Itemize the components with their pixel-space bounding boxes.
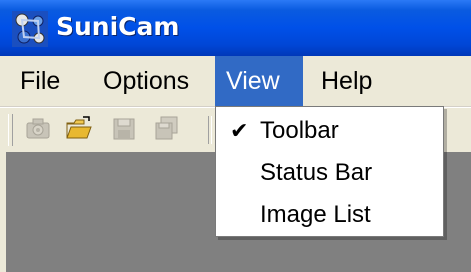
toolbar-grip[interactable] [8,114,13,146]
view-menu-item-status-bar[interactable]: Status Bar [216,153,443,193]
save-all-icon[interactable] [152,114,180,144]
camera-icon[interactable] [24,114,52,144]
open-folder-icon[interactable] [65,114,93,144]
menu-view[interactable]: View [215,56,303,106]
view-menu-item-toolbar[interactable]: ✔ Toolbar [216,111,443,151]
view-menu-dropdown: ✔ Toolbar Status Bar Image List [215,106,444,237]
menu-file[interactable]: File [9,56,71,106]
view-menu-item-image-list[interactable]: Image List [216,195,443,235]
sunicam-window: SuniCam File Options View Help ✔ Toolbar… [0,0,471,272]
view-menu-item-label: Status Bar [260,159,373,186]
sunicam-app-icon[interactable] [12,11,48,47]
menu-options[interactable]: Options [92,56,200,106]
toolbar-separator [208,116,212,144]
view-menu-item-label: Toolbar [260,117,339,144]
view-menu-item-label: Image List [260,201,371,228]
window-title: SuniCam [56,12,180,41]
title-bar[interactable]: SuniCam [0,0,471,56]
menu-help[interactable]: Help [310,56,383,106]
checkmark-icon: ✔ [230,118,249,143]
menu-bar: File Options View Help [0,56,471,107]
save-icon[interactable] [110,114,138,144]
client-frame-left [0,152,6,272]
